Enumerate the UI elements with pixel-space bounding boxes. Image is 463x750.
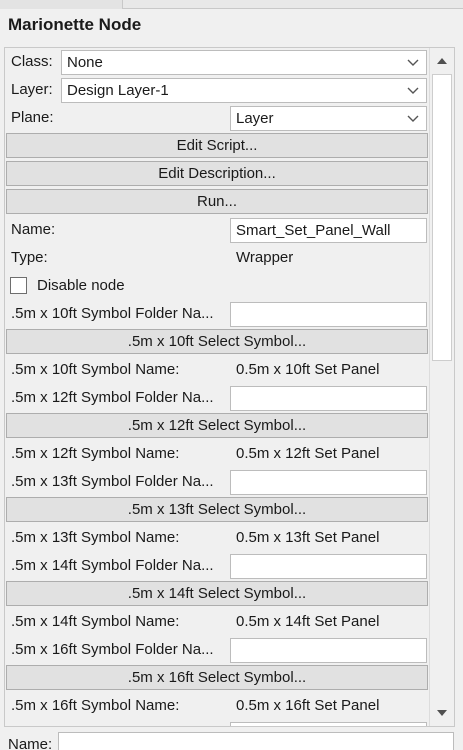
disable-node-checkbox[interactable]	[10, 277, 27, 294]
symbol-name-row: .5m x 14ft Symbol Name: 0.5m x 14ft Set …	[5, 608, 429, 636]
symbol-folder-label: .5m x 16ft Symbol Folder Na...	[11, 641, 214, 658]
disable-node-label: Disable node	[37, 277, 125, 294]
symbol-name-value: 0.5m x 14ft Set Panel	[236, 613, 380, 630]
symbol-name-row: .5m x 12ft Symbol Name: 0.5m x 12ft Set …	[5, 440, 429, 468]
symbol-folder-field[interactable]	[230, 470, 427, 495]
plane-dropdown[interactable]: Layer	[230, 106, 427, 131]
symbol-folder-field[interactable]	[230, 386, 427, 411]
select-symbol-row: .5m x 14ft Select Symbol...	[5, 580, 429, 608]
object-info-panel: Class: None Layer: Design Layer-1 Plane:	[4, 47, 455, 727]
layer-row: Layer: Design Layer-1	[5, 76, 429, 104]
partial-field[interactable]	[230, 722, 427, 726]
symbol-name-row: .5m x 13ft Symbol Name: 0.5m x 13ft Set …	[5, 524, 429, 552]
run-row: Run...	[5, 188, 429, 216]
select-symbol-button[interactable]: .5m x 12ft Select Symbol...	[6, 413, 428, 438]
symbol-name-label: .5m x 14ft Symbol Name:	[11, 613, 180, 630]
next-row-partial	[5, 720, 429, 726]
symbol-folder-row: .5m x 16ft Symbol Folder Na...	[5, 636, 429, 664]
select-symbol-button[interactable]: .5m x 16ft Select Symbol...	[6, 665, 428, 690]
symbol-name-value: 0.5m x 12ft Set Panel	[236, 445, 380, 462]
footer-name-field[interactable]	[58, 732, 454, 750]
symbol-folder-row: .5m x 12ft Symbol Folder Na...	[5, 384, 429, 412]
palette-title: Marionette Node	[8, 15, 142, 34]
class-row: Class: None	[5, 48, 429, 76]
select-symbol-row: .5m x 16ft Select Symbol...	[5, 664, 429, 692]
adjacent-tab-edge[interactable]	[122, 0, 463, 9]
type-row: Type: Wrapper	[5, 244, 429, 272]
scrollbar-thumb[interactable]	[432, 74, 452, 361]
disable-node-row: Disable node	[5, 272, 429, 300]
triangle-down-icon[interactable]	[430, 701, 454, 725]
symbol-name-label: .5m x 12ft Symbol Name:	[11, 445, 180, 462]
parameter-list: Class: None Layer: Design Layer-1 Plane:	[5, 48, 429, 726]
class-value: None	[67, 54, 103, 71]
class-label: Class:	[11, 53, 53, 70]
layer-dropdown[interactable]: Design Layer-1	[61, 78, 427, 103]
symbol-name-row: .5m x 16ft Symbol Name: 0.5m x 16ft Set …	[5, 692, 429, 720]
name-label: Name:	[11, 221, 56, 238]
select-symbol-row: .5m x 13ft Select Symbol...	[5, 496, 429, 524]
layer-value: Design Layer-1	[67, 82, 169, 99]
class-dropdown[interactable]: None	[61, 50, 427, 75]
symbol-folder-label: .5m x 14ft Symbol Folder Na...	[11, 557, 214, 574]
symbol-folder-label: .5m x 10ft Symbol Folder Na...	[11, 305, 214, 322]
symbol-folder-row: .5m x 10ft Symbol Folder Na...	[5, 300, 429, 328]
select-symbol-row: .5m x 10ft Select Symbol...	[5, 328, 429, 356]
symbol-name-value: 0.5m x 10ft Set Panel	[236, 361, 380, 378]
symbol-name-value: 0.5m x 16ft Set Panel	[236, 697, 380, 714]
plane-row: Plane: Layer	[5, 104, 429, 132]
symbol-folder-field[interactable]	[230, 302, 427, 327]
symbol-folder-field[interactable]	[230, 554, 427, 579]
layer-label: Layer:	[11, 81, 53, 98]
chevron-down-icon[interactable]	[400, 107, 426, 130]
edit-script-row: Edit Script...	[5, 132, 429, 160]
plane-value: Layer	[236, 110, 274, 127]
edit-description-row: Edit Description...	[5, 160, 429, 188]
symbol-folder-label: .5m x 12ft Symbol Folder Na...	[11, 389, 214, 406]
symbol-folder-field[interactable]	[230, 638, 427, 663]
plane-label: Plane:	[11, 109, 54, 126]
triangle-up-icon[interactable]	[430, 49, 454, 73]
symbol-folder-label: .5m x 13ft Symbol Folder Na...	[11, 473, 214, 490]
select-symbol-button[interactable]: .5m x 10ft Select Symbol...	[6, 329, 428, 354]
select-symbol-button[interactable]: .5m x 14ft Select Symbol...	[6, 581, 428, 606]
type-value: Wrapper	[236, 249, 294, 266]
palette-tab-strip	[0, 0, 463, 9]
symbol-name-label: .5m x 13ft Symbol Name:	[11, 529, 180, 546]
symbol-folder-row: .5m x 13ft Symbol Folder Na...	[5, 468, 429, 496]
footer-name-label: Name:	[8, 736, 53, 750]
name-row: Name: Smart_Set_Panel_Wall	[5, 216, 429, 244]
select-symbol-button[interactable]: .5m x 13ft Select Symbol...	[6, 497, 428, 522]
select-symbol-row: .5m x 12ft Select Symbol...	[5, 412, 429, 440]
symbol-name-label: .5m x 10ft Symbol Name:	[11, 361, 180, 378]
type-label: Type:	[11, 249, 48, 266]
run-button[interactable]: Run...	[6, 189, 428, 214]
symbol-name-value: 0.5m x 13ft Set Panel	[236, 529, 380, 546]
symbol-name-row: .5m x 10ft Symbol Name: 0.5m x 10ft Set …	[5, 356, 429, 384]
chevron-down-icon[interactable]	[400, 79, 426, 102]
symbol-name-label: .5m x 16ft Symbol Name:	[11, 697, 180, 714]
name-value: Smart_Set_Panel_Wall	[236, 222, 391, 239]
name-field[interactable]: Smart_Set_Panel_Wall	[230, 218, 427, 243]
chevron-down-icon[interactable]	[400, 51, 426, 74]
vertical-scrollbar[interactable]	[429, 48, 454, 726]
edit-script-button[interactable]: Edit Script...	[6, 133, 428, 158]
edit-description-button[interactable]: Edit Description...	[6, 161, 428, 186]
symbol-folder-row: .5m x 14ft Symbol Folder Na...	[5, 552, 429, 580]
